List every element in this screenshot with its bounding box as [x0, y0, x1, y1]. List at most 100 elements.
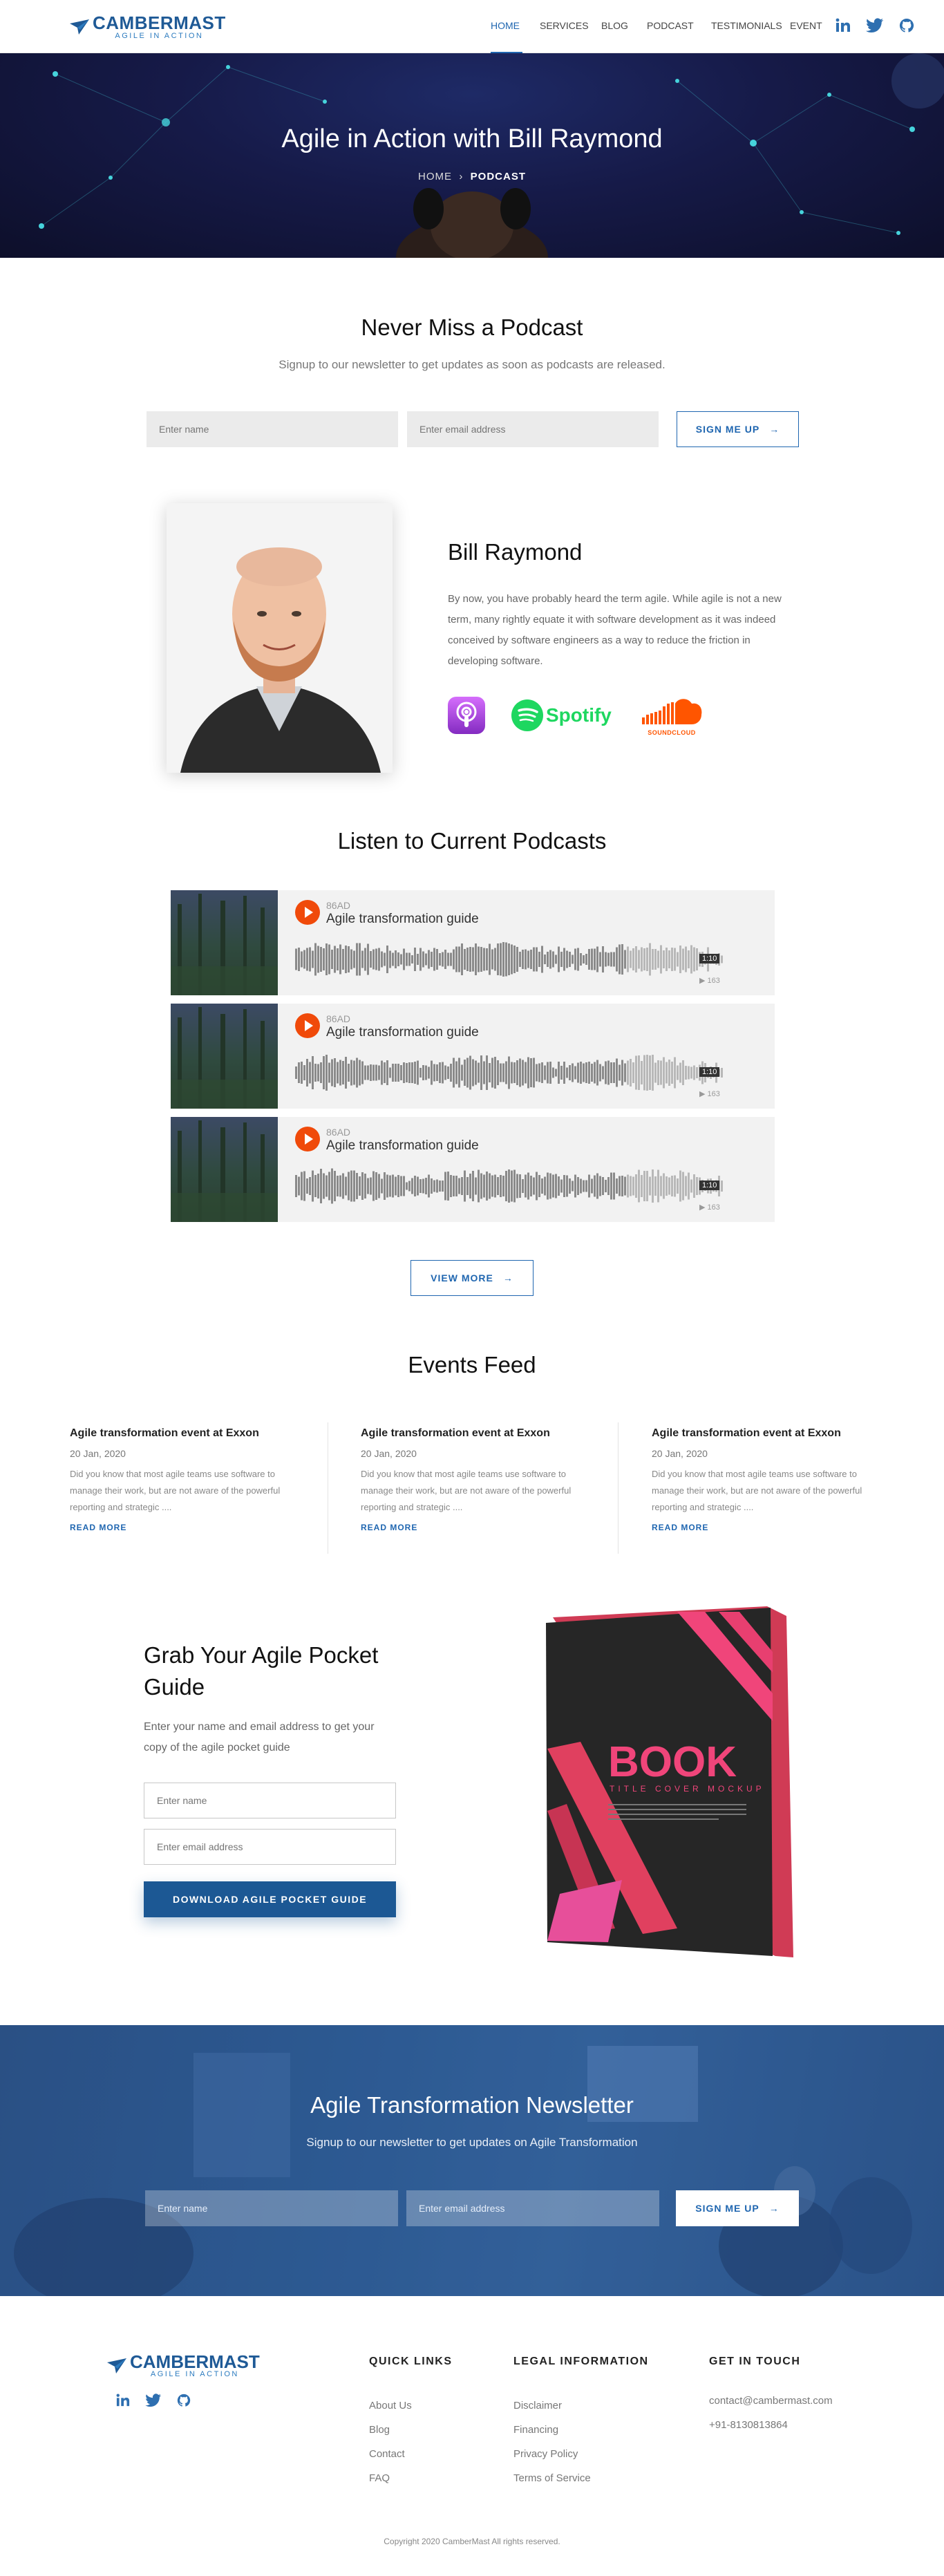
- footer-link-about[interactable]: About Us: [369, 2400, 412, 2412]
- signup-button-label: SIGN ME UP: [695, 424, 760, 435]
- event-title[interactable]: Agile transformation event at Exxon: [652, 1427, 873, 1440]
- waveform[interactable]: [295, 936, 724, 983]
- breadcrumb-separator: ›: [459, 171, 464, 182]
- newsletter-email-input[interactable]: Enter email address: [406, 2190, 659, 2226]
- logo[interactable]: CAMBERMAST AGILE IN ACTION: [69, 14, 226, 40]
- hero-network-graphic: [39, 53, 944, 258]
- soundcloud-icon: [642, 699, 702, 724]
- signup-email-input[interactable]: [407, 411, 659, 447]
- signup-title: Never Miss a Podcast: [361, 314, 583, 340]
- podcast-player[interactable]: 86AD Agile transformation guide 1:10 ▶ 1…: [171, 1004, 775, 1109]
- podcast-title[interactable]: Agile transformation guide: [326, 912, 479, 927]
- breadcrumb: HOME › PODCAST: [0, 171, 944, 182]
- download-guide-button[interactable]: DOWNLOAD AGILE POCKET GUIDE: [144, 1881, 396, 1917]
- podcast-title[interactable]: Agile transformation guide: [326, 1138, 479, 1154]
- twitter-icon[interactable]: [866, 18, 884, 33]
- read-more-link[interactable]: READ MORE: [361, 1523, 582, 1532]
- signup-submit-button[interactable]: SIGN ME UP →: [677, 411, 799, 447]
- podcast-artwork: [171, 1004, 278, 1109]
- podcast-user[interactable]: 86AD: [326, 1127, 350, 1138]
- logo-tagline: AGILE IN ACTION: [115, 32, 204, 40]
- event-card: Agile transformation event at Exxon 20 J…: [70, 1427, 291, 1532]
- play-button[interactable]: [295, 900, 320, 925]
- footer-link-terms[interactable]: Terms of Service: [513, 2472, 591, 2484]
- podcast-duration: 1:10: [699, 954, 720, 963]
- book-subtitle: TITLE COVER MOCKUP: [610, 1784, 765, 1794]
- podcast-title[interactable]: Agile transformation guide: [326, 1025, 479, 1040]
- nav-testimonials[interactable]: TESTIMONIALS: [711, 20, 782, 31]
- footer-link-financing[interactable]: Financing: [513, 2424, 558, 2436]
- newsletter-banner: Agile Transformation Newsletter Signup t…: [0, 2025, 944, 2296]
- podcast-artwork: [171, 890, 278, 995]
- signup-name-input[interactable]: [147, 411, 398, 447]
- event-date: 20 Jan, 2020: [652, 1448, 708, 1459]
- linkedin-icon[interactable]: [116, 2394, 130, 2407]
- nav-services[interactable]: SERVICES: [540, 20, 589, 31]
- guide-email-input[interactable]: [144, 1829, 396, 1865]
- contact-title: GET IN TOUCH: [709, 2356, 801, 2367]
- podcast-player[interactable]: 86AD Agile transformation guide 1:10 ▶ 1…: [171, 890, 775, 995]
- play-button[interactable]: [295, 1013, 320, 1038]
- guide-title: Grab Your Agile Pocket Guide: [144, 1642, 379, 1700]
- play-count: ▶ 163: [699, 1203, 720, 1212]
- book-title: BOOK: [608, 1738, 737, 1786]
- site-header: CAMBERMAST AGILE IN ACTION HOME SERVICES…: [0, 0, 944, 53]
- event-description: Did you know that most agile teams use s…: [652, 1469, 862, 1512]
- breadcrumb-home[interactable]: HOME: [418, 171, 452, 182]
- newsletter-title: Agile Transformation Newsletter: [310, 2092, 634, 2118]
- event-date: 20 Jan, 2020: [70, 1448, 126, 1459]
- linkedin-icon[interactable]: [836, 18, 851, 33]
- nav-home[interactable]: HOME: [491, 20, 520, 31]
- github-icon[interactable]: [177, 2394, 191, 2407]
- footer-link-disclaimer[interactable]: Disclaimer: [513, 2400, 562, 2412]
- footer-link-blog[interactable]: Blog: [369, 2424, 390, 2436]
- hero-title: Agile in Action with Bill Raymond: [281, 124, 663, 153]
- view-more-button[interactable]: VIEW MORE →: [410, 1260, 534, 1296]
- host-name: Bill Raymond: [448, 539, 583, 565]
- soundcloud-wordmark: SOUNDCLOUD: [648, 729, 696, 736]
- event-date: 20 Jan, 2020: [361, 1448, 417, 1459]
- apple-podcasts-icon[interactable]: [448, 697, 485, 734]
- event-title[interactable]: Agile transformation event at Exxon: [70, 1427, 291, 1440]
- waveform[interactable]: [295, 1163, 724, 1210]
- legal-title: LEGAL INFORMATION: [513, 2356, 649, 2367]
- arrow-right-icon: →: [768, 2203, 780, 2214]
- nav-blog[interactable]: BLOG: [601, 20, 628, 31]
- newsletter-submit-button[interactable]: SIGN ME UP →: [676, 2190, 799, 2226]
- podcast-artwork: [171, 1117, 278, 1222]
- spotify-link[interactable]: Spotify: [511, 699, 612, 731]
- signup-subtitle: Signup to our newsletter to get updates …: [279, 358, 665, 371]
- podcast-duration: 1:10: [699, 1181, 720, 1190]
- newsletter-name-input[interactable]: Enter name: [145, 2190, 398, 2226]
- github-icon[interactable]: [899, 18, 914, 33]
- nav-event[interactable]: EVENT: [790, 20, 822, 31]
- guide-description: Enter your name and email address to get…: [144, 1721, 375, 1754]
- waveform[interactable]: [295, 1049, 724, 1096]
- divider: [618, 1422, 619, 1554]
- twitter-icon[interactable]: [145, 2394, 162, 2407]
- footer-logo[interactable]: CAMBERMAST AGILE IN ACTION: [106, 2353, 260, 2378]
- guide-name-input[interactable]: [144, 1783, 396, 1818]
- view-more-label: VIEW MORE: [431, 1272, 493, 1284]
- play-count: ▶ 163: [699, 977, 720, 985]
- spotify-icon: [511, 699, 543, 731]
- breadcrumb-current: PODCAST: [470, 171, 527, 182]
- soundcloud-link[interactable]: SOUNDCLOUD: [639, 697, 704, 738]
- event-title[interactable]: Agile transformation event at Exxon: [361, 1427, 582, 1440]
- footer-link-privacy[interactable]: Privacy Policy: [513, 2448, 578, 2460]
- podcast-user[interactable]: 86AD: [326, 900, 350, 911]
- hero-banner: Agile in Action with Bill Raymond HOME ›…: [0, 53, 944, 258]
- nav-podcast[interactable]: PODCAST: [647, 20, 694, 31]
- podcasts-title: Listen to Current Podcasts: [337, 828, 607, 854]
- podcast-user[interactable]: 86AD: [326, 1013, 350, 1024]
- quick-links-title: QUICK LINKS: [369, 2356, 453, 2367]
- podcast-player[interactable]: 86AD Agile transformation guide 1:10 ▶ 1…: [171, 1117, 775, 1222]
- play-button[interactable]: [295, 1127, 320, 1151]
- footer-link-contact[interactable]: Contact: [369, 2448, 405, 2460]
- read-more-link[interactable]: READ MORE: [70, 1523, 291, 1532]
- contact-email[interactable]: contact@cambermast.com: [709, 2395, 833, 2407]
- podcast-duration: 1:10: [699, 1067, 720, 1077]
- contact-phone[interactable]: +91-8130813864: [709, 2419, 788, 2431]
- footer-link-faq[interactable]: FAQ: [369, 2472, 390, 2484]
- read-more-link[interactable]: READ MORE: [652, 1523, 873, 1532]
